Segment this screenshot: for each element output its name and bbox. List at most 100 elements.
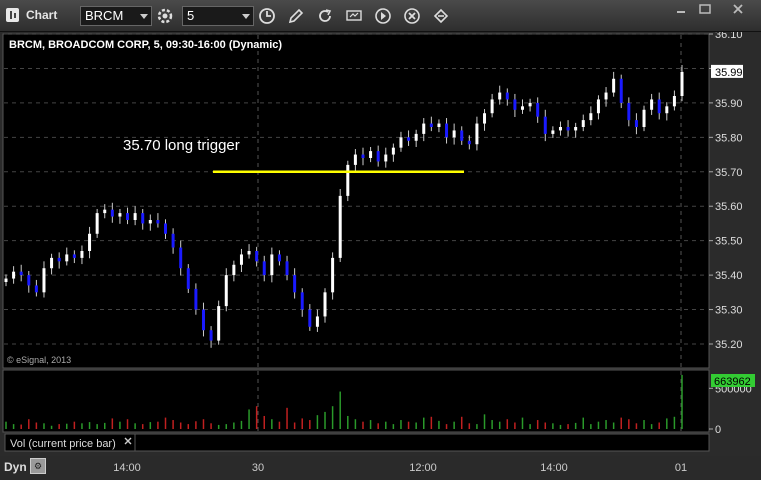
candle-body: [285, 261, 289, 276]
candle-body: [247, 251, 251, 255]
candle-body: [596, 99, 600, 114]
candle-body: [72, 254, 76, 258]
price-tick-label: 35.60: [715, 201, 743, 213]
pencil-icon[interactable]: [287, 7, 305, 25]
chevron-down-icon[interactable]: [242, 14, 250, 19]
candle-body: [642, 109, 646, 127]
time-tick: 01: [674, 462, 688, 474]
candle-body: [57, 257, 61, 262]
candle-body: [536, 102, 540, 117]
candle-body: [680, 71, 684, 96]
trigger-annotation[interactable]: 35.70 long trigger: [123, 137, 240, 154]
candle-body: [634, 120, 638, 127]
interval-value: 5: [187, 8, 195, 23]
symbol-combo[interactable]: BRCM: [80, 6, 152, 26]
interval-combo[interactable]: 5: [182, 6, 254, 26]
candle-body: [391, 147, 395, 155]
candle-body: [657, 99, 661, 114]
price-panel: [2, 33, 710, 369]
candle-body: [505, 92, 509, 100]
candle-body: [414, 133, 418, 141]
candle-body: [262, 261, 266, 276]
candle-body: [133, 213, 137, 220]
play-icon[interactable]: [374, 7, 392, 25]
candle-body: [475, 123, 479, 145]
price-tick-label: 35.50: [715, 236, 743, 248]
candle-body: [619, 78, 623, 103]
candle-body: [581, 120, 585, 127]
candle-body: [224, 275, 228, 307]
candle-body: [331, 257, 335, 293]
refresh-icon[interactable]: [316, 7, 334, 25]
candle-body: [627, 102, 631, 121]
candle-body: [19, 271, 23, 276]
candle-body: [551, 130, 555, 134]
candle-body: [498, 92, 502, 100]
volume-tick-label: 0: [715, 424, 721, 436]
settings-small-icon[interactable]: ⚙: [30, 458, 46, 474]
current-volume-marker: 663962: [711, 374, 755, 388]
close-icon[interactable]: [718, 2, 758, 16]
candle-body: [12, 271, 16, 279]
candle-body: [179, 247, 183, 269]
candle-body: [361, 154, 365, 158]
study-legend-bar: [134, 433, 710, 452]
link-icon[interactable]: [432, 7, 450, 25]
current-price-marker: 35.99: [711, 64, 743, 79]
maximize-icon[interactable]: [694, 2, 716, 16]
chart-toolbar: Chart BRCM 5: [0, 0, 761, 32]
candle-body: [171, 233, 175, 248]
candle-body: [65, 254, 69, 262]
candle-body: [612, 78, 616, 93]
candle-body: [110, 209, 114, 217]
price-tick-label: 36.10: [715, 32, 743, 41]
candle-body: [407, 137, 411, 141]
study-icon[interactable]: [345, 7, 363, 25]
candle-body: [27, 275, 31, 286]
price-tick-label: 35.20: [715, 339, 743, 351]
clock-icon[interactable]: [258, 7, 276, 25]
candle-body: [50, 257, 54, 269]
price-tick-label: 35.40: [715, 270, 743, 282]
price-chart[interactable]: 36.1036.0035.9035.8035.7035.6035.5035.40…: [0, 32, 761, 456]
time-tick: 14:00: [113, 462, 141, 474]
candle-body: [201, 309, 205, 331]
candle-body: [399, 137, 403, 148]
candle-body: [88, 233, 92, 251]
time-tick: 30: [251, 462, 265, 474]
candle-body: [665, 106, 669, 114]
candle-body: [528, 102, 532, 107]
status-bar: Dyn ⚙ 14:00 30 12:00 14:00 01: [0, 456, 761, 480]
candle-body: [437, 123, 441, 127]
candle-body: [239, 254, 243, 265]
candle-body: [346, 164, 350, 196]
candle-body: [467, 140, 471, 145]
candle-body: [126, 213, 130, 220]
candle-body: [270, 254, 274, 276]
current-volume-label: 663962: [714, 376, 751, 388]
time-tick: 12:00: [409, 462, 437, 474]
candle-body: [255, 251, 259, 262]
minimize-icon[interactable]: [670, 2, 692, 16]
chevron-down-icon[interactable]: [140, 14, 148, 19]
chart-title: BRCM, BROADCOM CORP, 5, 09:30-16:00 (Dyn…: [9, 39, 282, 51]
candle-body: [186, 268, 190, 289]
candle-body: [308, 309, 312, 327]
candle-body: [376, 151, 380, 162]
candle-body: [34, 285, 38, 293]
gear-icon[interactable]: [156, 7, 174, 25]
candle-body: [209, 330, 213, 341]
candle-body: [80, 251, 84, 258]
candle-body: [232, 264, 236, 276]
candle-body: [422, 123, 426, 134]
candle-body: [650, 99, 654, 110]
cancel-icon[interactable]: [403, 7, 421, 25]
candle-body: [217, 306, 221, 341]
current-price-label: 35.99: [715, 67, 743, 79]
chart-app-icon: [6, 8, 19, 22]
candle-body: [300, 292, 304, 310]
candle-body: [369, 151, 373, 158]
candle-body: [194, 288, 198, 310]
candle-body: [589, 113, 593, 121]
candle-body: [543, 116, 547, 134]
